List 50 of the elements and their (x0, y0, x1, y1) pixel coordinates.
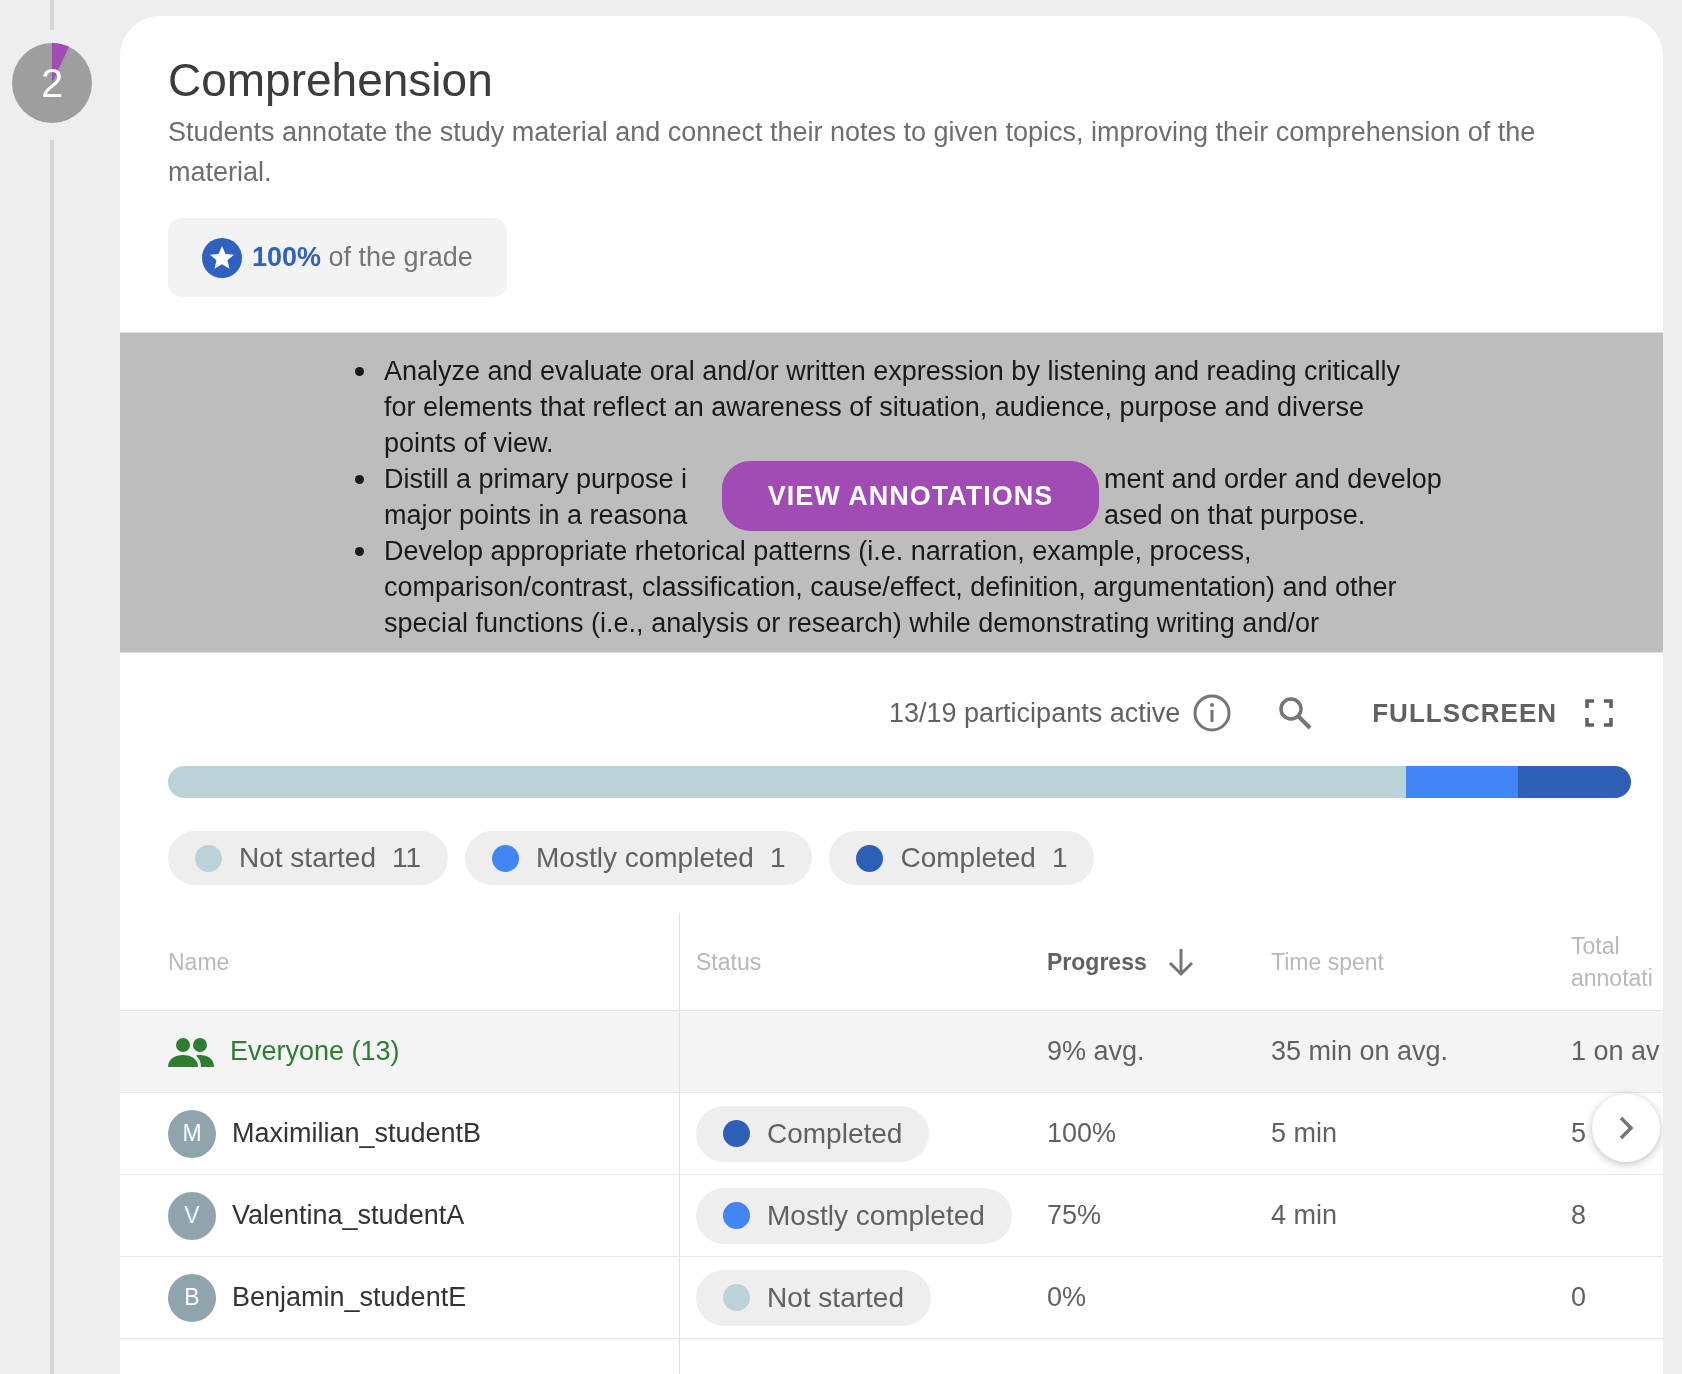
view-annotations-button[interactable]: VIEW ANNOTATIONS (722, 461, 1099, 531)
table-cell-text: 75% (1047, 1199, 1102, 1233)
document-text: Develop appropriate rhetorical patterns (i.e. narration, example, process, (384, 535, 1252, 568)
table-cell-text: Valentina_studentA (232, 1199, 465, 1233)
document-text: ment and order and develop (1104, 463, 1442, 496)
bullet-icon (355, 547, 364, 556)
status-filter-chip[interactable]: Not started 11 (168, 831, 449, 885)
participants-count: 13/19 participants active (889, 696, 1181, 730)
activity-description: Students annotate the study material and connect their notes to given topics, improving their comprehension of the material. (168, 116, 1537, 189)
avatar: B (168, 1273, 216, 1322)
table-cell-text: 1 on av (1571, 1035, 1660, 1069)
document-text: major points in a reasona (384, 499, 688, 532)
status-chip: Completed (696, 1105, 930, 1162)
table-cell-text: 9% avg. (1047, 1035, 1145, 1069)
document-text: Analyze and evaluate oral and/or written expression by listening and reading critically (384, 355, 1401, 388)
status-chip: Not started (696, 1269, 931, 1326)
table-cell-text: 0% (1047, 1281, 1087, 1315)
table-cell-text: 0 (1571, 1281, 1587, 1315)
document-text: Distill a primary purpose i (384, 463, 688, 496)
table-cell-text: 5 (1571, 1117, 1587, 1151)
info-icon[interactable] (1192, 693, 1233, 733)
status-filter-chip[interactable]: Mostly completed 1 (465, 831, 813, 885)
group-icon (168, 1036, 214, 1067)
table-cell-text: 100% (1047, 1117, 1117, 1151)
bullet-icon (355, 475, 364, 484)
avatar: M (168, 1109, 216, 1158)
table-cell-text: Benjamin_studentE (232, 1281, 467, 1315)
everyone-link[interactable]: Everyone (13) (230, 1031, 400, 1072)
step-number: 2 (40, 60, 64, 106)
document-text: special functions (i.e., analysis or research) while demonstrating writing and/or (384, 607, 1319, 640)
bullet-icon (355, 367, 364, 376)
table-cell-text: Maximilian_studentB (232, 1117, 482, 1151)
table-cell-text: 35 min on avg. (1271, 1035, 1449, 1069)
activity-title: Comprehension (168, 53, 494, 108)
status-chip: Mostly completed (696, 1187, 1012, 1244)
column-header[interactable]: Progress (1047, 945, 1147, 978)
avatar: V (168, 1191, 216, 1240)
sort-down-icon[interactable] (1166, 946, 1195, 977)
table-cell-text: 8 (1571, 1199, 1587, 1233)
chevron-right-icon (1618, 1115, 1634, 1141)
grade-text: 100% of the grade (252, 241, 473, 275)
table-cell-text: 4 min (1271, 1199, 1338, 1233)
document-text: comparison/contrast, classification, cause/effect, definition, argumentation) and other (384, 571, 1397, 604)
fullscreen-icon (1585, 699, 1613, 727)
table-cell-text: 5 min (1271, 1117, 1338, 1151)
document-text: ased on that purpose. (1104, 499, 1366, 532)
document-text: for elements that reflect an awareness of situation, audience, purpose and diverse (384, 391, 1365, 424)
fullscreen-button[interactable]: FULLSCREEN (1372, 693, 1613, 733)
status-filter-chip[interactable]: Completed 1 (829, 831, 1095, 885)
document-text: points of view. (384, 427, 554, 460)
